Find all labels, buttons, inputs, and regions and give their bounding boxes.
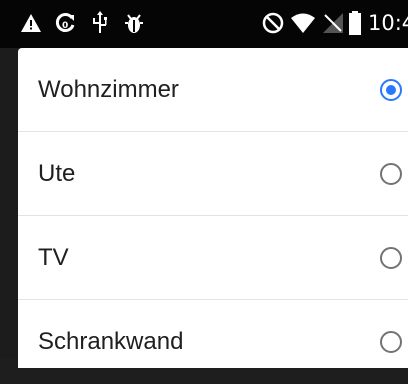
status-bar: 0 10:4 (0, 0, 408, 48)
radio-unselected[interactable] (380, 331, 402, 353)
option-label: Schrankwand (38, 328, 184, 355)
option-label: Wohnzimmer (38, 76, 179, 103)
debug-icon (122, 10, 146, 36)
dim-overlay (0, 48, 18, 358)
radio-selected[interactable] (380, 79, 402, 101)
wifi-icon (290, 10, 316, 36)
option-ute[interactable]: Ute (18, 132, 408, 216)
warning-icon (18, 10, 44, 36)
svg-text:0: 0 (62, 21, 68, 31)
option-label: TV (38, 244, 69, 271)
option-tv[interactable]: TV (18, 216, 408, 300)
option-wohnzimmer[interactable]: Wohnzimmer (18, 48, 408, 132)
signal-icon (322, 10, 344, 36)
usb-icon (88, 10, 112, 36)
option-label: Ute (38, 160, 76, 187)
do-not-disturb-icon (260, 10, 286, 36)
room-select-dialog: Wohnzimmer Ute TV Schrankwand (18, 48, 408, 368)
radio-unselected[interactable] (380, 247, 402, 269)
radio-unselected[interactable] (380, 163, 402, 185)
refresh-icon: 0 (52, 10, 78, 36)
status-time: 10:4 (368, 11, 408, 35)
option-schrankwand[interactable]: Schrankwand (18, 300, 408, 384)
battery-icon (348, 10, 362, 36)
